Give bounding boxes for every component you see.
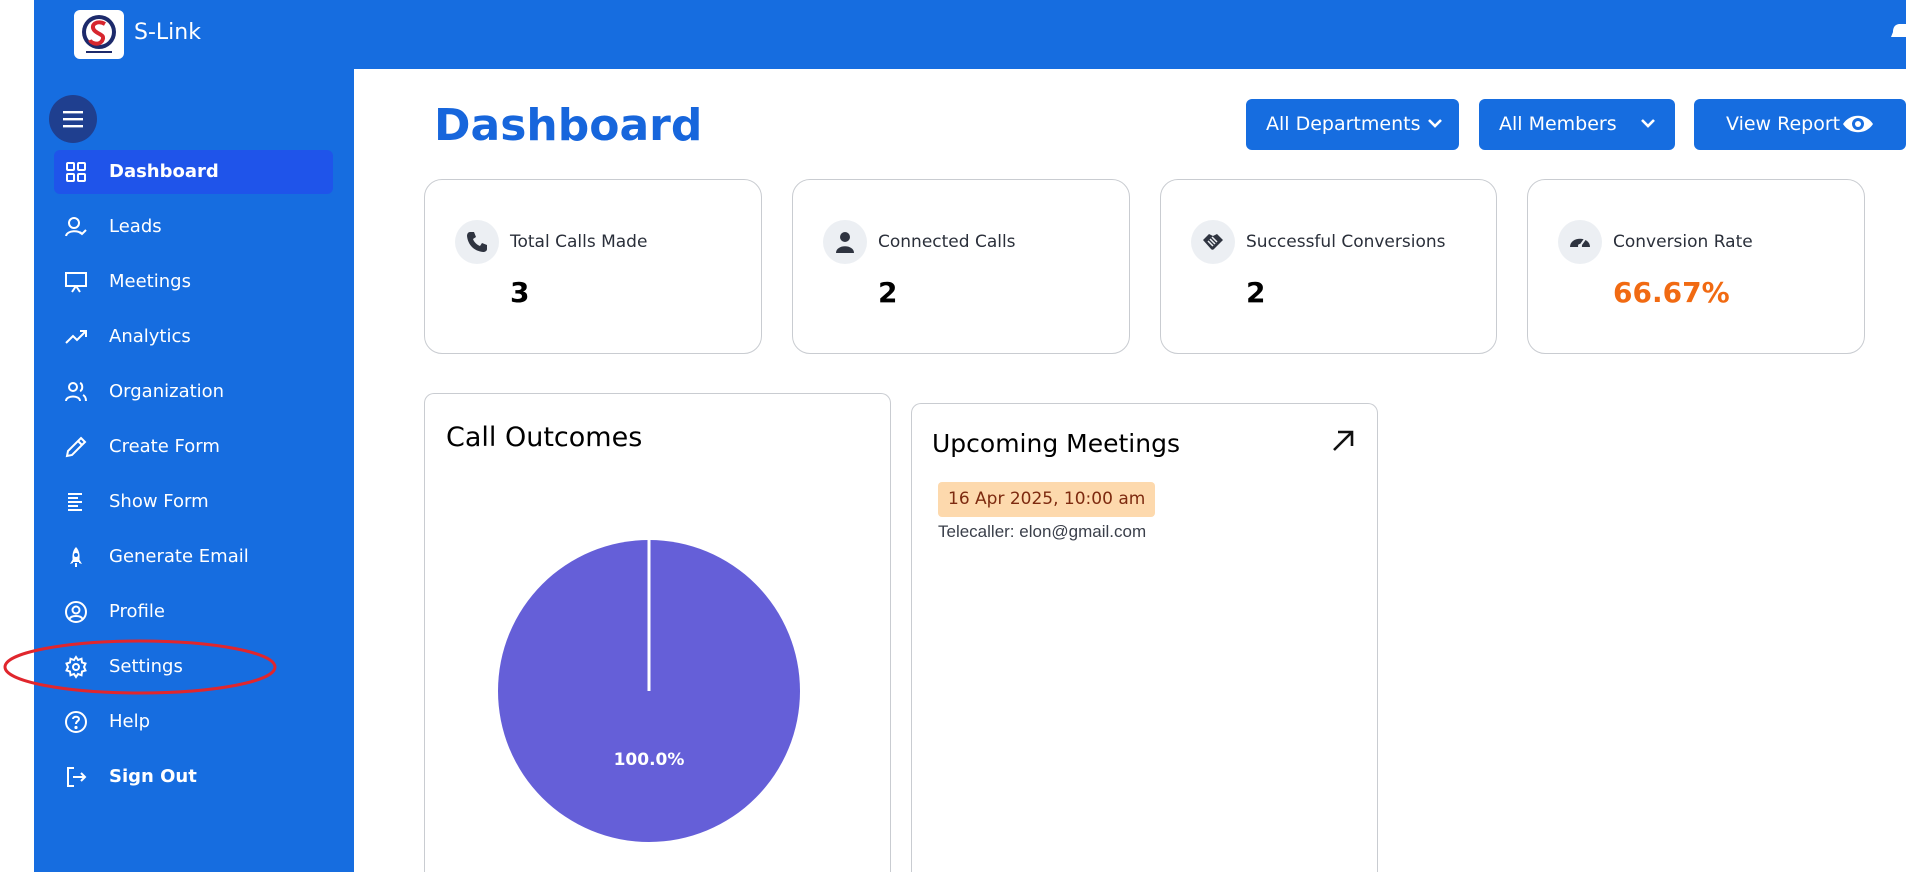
- members-filter-dropdown[interactable]: All Members: [1479, 99, 1675, 150]
- meeting-date-badge: 16 Apr 2025, 10:00 am: [938, 482, 1156, 517]
- stat-card-total-calls: Total Calls Made 3: [424, 179, 762, 354]
- call-outcomes-title: Call Outcomes: [446, 422, 643, 453]
- gauge-icon: [1558, 220, 1602, 264]
- stat-card-conversion-rate: Conversion Rate 66.67%: [1527, 179, 1865, 354]
- handshake-icon: [1191, 220, 1235, 264]
- sidebar-item-label: Create Form: [109, 436, 220, 457]
- stat-value: 3: [510, 276, 530, 309]
- stat-label: Successful Conversions: [1246, 232, 1446, 252]
- presentation-icon: [65, 272, 87, 293]
- app-logo[interactable]: [74, 10, 124, 59]
- align-left-icon: [68, 493, 82, 511]
- grid-icon: [66, 162, 86, 182]
- department-filter-dropdown[interactable]: All Departments: [1246, 99, 1459, 150]
- stat-value: 66.67%: [1613, 276, 1730, 309]
- stat-label: Total Calls Made: [510, 232, 648, 252]
- meeting-caller: Telecaller: elon@gmail.com: [938, 522, 1147, 541]
- sidebar-item-label: Generate Email: [109, 546, 249, 567]
- sidebar-item-show-form[interactable]: Show Form: [54, 480, 333, 524]
- sidebar-item-label: Dashboard: [109, 161, 219, 182]
- department-filter-label: All Departments: [1266, 113, 1421, 135]
- arrow-up-right-icon[interactable]: [1330, 428, 1356, 454]
- sidebar-item-label: Meetings: [109, 271, 191, 292]
- pencil-icon: [65, 436, 87, 458]
- stat-value: 2: [1246, 276, 1266, 309]
- chevron-down-icon: [1428, 119, 1442, 128]
- call-outcomes-panel: Call Outcomes 100.0%: [424, 393, 891, 872]
- sidebar-item-label: Organization: [109, 381, 225, 402]
- sidebar-item-analytics[interactable]: Analytics: [54, 315, 333, 359]
- phone-icon: [455, 220, 499, 264]
- menu-toggle-button[interactable]: [49, 95, 97, 143]
- upcoming-meetings-title: Upcoming Meetings: [932, 429, 1180, 458]
- notification-icon[interactable]: [1890, 20, 1906, 44]
- sidebar-item-profile[interactable]: Profile: [54, 590, 333, 634]
- sign-out-icon: [67, 767, 87, 787]
- view-report-button[interactable]: View Report: [1694, 99, 1906, 150]
- help-circle-icon: [65, 711, 87, 733]
- sidebar-item-generate-email[interactable]: Generate Email: [54, 535, 333, 579]
- sidebar-item-dashboard[interactable]: Dashboard: [54, 150, 333, 194]
- upcoming-meetings-panel: Upcoming Meetings 16 Apr 2025, 10:00 am …: [911, 403, 1378, 872]
- sidebar-item-organization[interactable]: Organization: [54, 370, 333, 414]
- sidebar-item-sign-out[interactable]: Sign Out: [54, 755, 333, 799]
- app-title: S-Link: [134, 20, 201, 45]
- sidebar-item-leads[interactable]: Leads: [54, 205, 333, 249]
- eye-icon: [1843, 115, 1873, 133]
- top-bar: [34, 0, 1906, 69]
- page-title: Dashboard: [434, 100, 703, 151]
- sidebar-item-label: Help: [109, 711, 151, 732]
- chevron-down-icon: [1641, 119, 1655, 128]
- sidebar-item-label: Show Form: [109, 491, 209, 512]
- users-icon: [65, 382, 87, 402]
- person-icon: [823, 220, 867, 264]
- sidebar-item-label: Analytics: [109, 326, 191, 347]
- trending-up-icon: [65, 330, 87, 344]
- stat-label: Connected Calls: [878, 232, 1016, 252]
- settings-highlight-annotation: [3, 639, 277, 695]
- stat-value: 2: [878, 276, 898, 309]
- pie-slice-label: 100.0%: [614, 750, 685, 770]
- stat-card-successful-conversions: Successful Conversions 2: [1160, 179, 1497, 354]
- stat-card-connected-calls: Connected Calls 2: [792, 179, 1130, 354]
- call-outcomes-pie-chart: 100.0%: [498, 540, 800, 842]
- sidebar-item-label: Profile: [109, 601, 165, 622]
- sidebar-item-label: Leads: [109, 216, 162, 237]
- sidebar-item-create-form[interactable]: Create Form: [54, 425, 333, 469]
- view-report-label: View Report: [1726, 113, 1841, 135]
- sidebar-item-meetings[interactable]: Meetings: [54, 260, 333, 304]
- hamburger-icon: [63, 111, 83, 128]
- user-icon: [65, 217, 87, 237]
- user-circle-icon: [65, 601, 87, 623]
- sidebar-item-label: Sign Out: [109, 766, 197, 787]
- rocket-icon: [70, 547, 82, 567]
- sidebar-item-help[interactable]: Help: [54, 700, 333, 744]
- members-filter-label: All Members: [1499, 113, 1617, 135]
- stat-label: Conversion Rate: [1613, 232, 1753, 252]
